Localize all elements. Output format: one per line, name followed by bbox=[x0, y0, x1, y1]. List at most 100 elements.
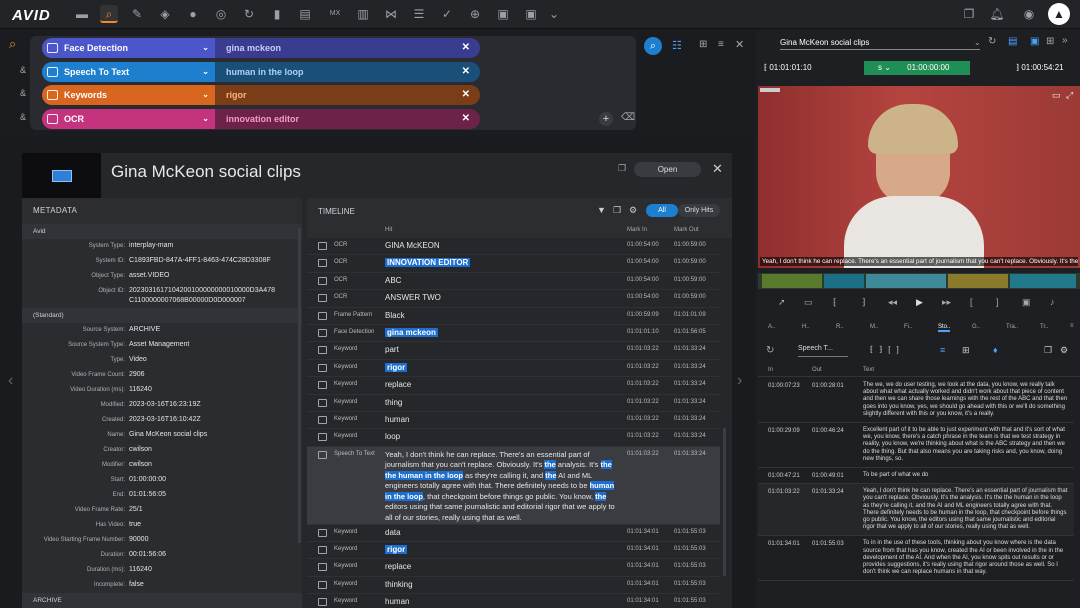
col-in[interactable]: In bbox=[768, 367, 773, 373]
windows-icon[interactable]: ❐ bbox=[960, 5, 978, 23]
timeline-row[interactable]: OCR ANSWER TWO 01:00:54:00 01:00:59:00 bbox=[307, 290, 720, 308]
criterion-value-input[interactable]: innovation editor ✕ bbox=[215, 108, 480, 129]
metadata-scrollbar[interactable] bbox=[298, 228, 301, 543]
timeline-row[interactable]: Keyword human 01:01:03:22 01:01:33:24 bbox=[307, 412, 720, 430]
timeline-row[interactable]: OCR ABC 01:00:54:00 01:00:59:00 bbox=[307, 273, 720, 291]
monitor-icon[interactable]: ▣ bbox=[1030, 36, 1039, 47]
mark-in-icon[interactable]: ⁅ bbox=[833, 297, 837, 308]
filter-icon[interactable]: ▼ bbox=[597, 205, 606, 215]
timeline-row-speech[interactable]: Speech To Text Yeah, I don't think he can… bbox=[307, 446, 720, 525]
timeline-row[interactable]: OCR GINA McKEON 01:00:54:00 01:00:59:00 bbox=[307, 238, 720, 256]
box2-icon[interactable]: ▣ bbox=[522, 5, 540, 23]
sliders-icon[interactable]: ☰ bbox=[410, 5, 428, 23]
remove-criterion-icon[interactable]: ✕ bbox=[462, 109, 470, 129]
timeline-row[interactable]: Keyword loop 01:01:03:22 01:01:33:24 bbox=[307, 429, 720, 447]
share-icon[interactable]: ⋈ bbox=[382, 5, 400, 23]
timeline-row[interactable]: Keyword data 01:01:34:01 01:01:55:03 bbox=[307, 525, 720, 543]
mic-icon[interactable]: ♦ bbox=[993, 345, 998, 355]
copy-icon[interactable]: ❐ bbox=[613, 205, 621, 216]
pip-icon[interactable]: ▭ bbox=[1052, 90, 1061, 101]
folder-icon[interactable]: ▬ bbox=[73, 5, 91, 23]
add-criteria-button[interactable]: + bbox=[599, 112, 613, 126]
search-submit-button[interactable]: ⌕ bbox=[644, 37, 662, 55]
copy-icon[interactable]: ❐ bbox=[618, 163, 626, 174]
check-icon[interactable]: ✓ bbox=[438, 5, 456, 23]
criterion-value-input[interactable]: human in the loop ✕ bbox=[215, 61, 480, 82]
chevron-down-icon[interactable]: ⌄ bbox=[202, 62, 209, 82]
timeline-row[interactable]: OCR INNOVATION EDITOR 01:00:54:00 01:00:59:… bbox=[307, 255, 720, 273]
col-hit[interactable]: Hit bbox=[385, 227, 392, 233]
asset-thumbnail[interactable] bbox=[22, 153, 101, 198]
settings-icon[interactable]: ⚙ bbox=[629, 205, 637, 216]
player-tab[interactable]: Fi.. bbox=[904, 324, 912, 330]
layout-icon[interactable]: ▤ bbox=[1008, 36, 1017, 47]
chevron-down-icon[interactable]: ⌄ bbox=[202, 85, 209, 105]
col-mark-in[interactable]: Mark In bbox=[627, 227, 647, 233]
transcript-row[interactable]: 01:00:07:23 01:00:28:01 The we, we do user… bbox=[758, 378, 1074, 424]
timeline-scrollbar[interactable] bbox=[723, 428, 726, 576]
timeline-row[interactable]: Keyword rigor 01:01:03:22 01:01:33:24 bbox=[307, 360, 720, 378]
player-tab[interactable]: Sto.. bbox=[938, 324, 951, 332]
video-frame[interactable]: ▭ ⤢ bbox=[758, 86, 1080, 268]
criterion-field-select[interactable]: Speech To Text ⌄ bbox=[42, 61, 215, 82]
timecode-display[interactable]: s ⌄ 01:00:00:00 bbox=[864, 61, 970, 75]
chevron-down-icon[interactable]: ⌄ bbox=[202, 109, 209, 129]
chevron-down-icon[interactable]: ⌄ bbox=[545, 5, 563, 23]
clip-icon[interactable]: ▭ bbox=[804, 297, 813, 308]
player-tab[interactable]: A.. bbox=[768, 324, 775, 330]
player-tab[interactable]: Tr.. bbox=[1040, 324, 1048, 330]
timeline-row[interactable]: Keyword replace 01:01:34:01 01:01:55:03 bbox=[307, 559, 720, 577]
refresh-icon[interactable]: ↻ bbox=[240, 5, 258, 23]
fullscreen-icon[interactable]: ⤢ bbox=[1066, 90, 1073, 101]
grid-icon[interactable]: ⊞ bbox=[962, 345, 970, 356]
list-view-icon[interactable]: ☷ bbox=[672, 39, 682, 52]
timeline-row[interactable]: Keyword thing 01:01:03:22 01:01:33:24 bbox=[307, 395, 720, 412]
loop-icon[interactable]: ➚ bbox=[778, 297, 786, 308]
play-icon[interactable]: ▶ bbox=[916, 297, 923, 308]
transcript-row[interactable]: 01:00:29:09 01:00:46:24 Excellent part of … bbox=[758, 423, 1074, 469]
transcript-row[interactable]: 01:01:03:22 01:01:33:24 Yeah, I don't thin… bbox=[758, 484, 1074, 537]
timecode-mode[interactable]: s bbox=[878, 63, 882, 72]
search-icon[interactable]: ⌕ bbox=[100, 5, 118, 23]
transcript-row[interactable]: 01:00:47:21 01:00:49:01 To be part of what… bbox=[758, 468, 1074, 485]
close-search-icon[interactable]: ✕ bbox=[735, 38, 744, 51]
metadata-group-header[interactable]: ARCHIVE bbox=[22, 593, 302, 608]
timeline-row[interactable]: Keyword human 01:01:34:01 01:01:55:03 bbox=[307, 594, 720, 608]
edit-icon[interactable]: ✎ bbox=[128, 5, 146, 23]
refresh-icon[interactable]: ↻ bbox=[988, 36, 996, 47]
col-mark-out[interactable]: Mark Out bbox=[674, 227, 699, 233]
col-text[interactable]: Text bbox=[863, 367, 874, 373]
timeline-row[interactable]: Keyword thinking 01:01:34:01 01:01:55:03 bbox=[307, 577, 720, 595]
metadata-group-header[interactable]: Avid bbox=[22, 224, 302, 239]
bookmark-icon[interactable]: ▮ bbox=[268, 5, 286, 23]
step-back-icon[interactable]: ◂◂ bbox=[888, 297, 897, 308]
bell-icon[interactable]: 🔔︎ bbox=[988, 5, 1006, 23]
box-icon[interactable]: ▣ bbox=[494, 5, 512, 23]
timeline-row[interactable]: Keyword part 01:01:03:22 01:01:33:24 bbox=[307, 342, 720, 360]
player-tab[interactable]: M.. bbox=[870, 324, 878, 330]
track-select[interactable]: Speech T... bbox=[798, 345, 848, 357]
criterion-field-select[interactable]: OCR ⌄ bbox=[42, 108, 215, 129]
open-button[interactable]: Open bbox=[634, 162, 701, 177]
mark-tools[interactable]: ⁅⁆[] bbox=[870, 345, 905, 354]
clip-timeline-strip[interactable] bbox=[758, 273, 1080, 289]
transcript-row[interactable]: 01:01:34:01 01:01:55:03 To in in the use o… bbox=[758, 536, 1074, 582]
go-in-icon[interactable]: [ bbox=[970, 297, 973, 307]
player-tab[interactable]: Tra.. bbox=[1006, 324, 1018, 330]
remove-criterion-icon[interactable]: ✕ bbox=[462, 85, 470, 105]
mam-icon[interactable]: MX bbox=[326, 5, 344, 23]
list-icon[interactable]: ▤ bbox=[296, 5, 314, 23]
grid-view-icon[interactable]: ⊞ bbox=[699, 39, 707, 50]
subclip-icon[interactable]: ▣ bbox=[1022, 297, 1031, 308]
remove-criterion-icon[interactable]: ✕ bbox=[462, 38, 470, 58]
timeline-row[interactable]: Keyword rigor 01:01:34:01 01:01:55:03 bbox=[307, 542, 720, 560]
player-asset-title[interactable]: Gina McKeon social clips bbox=[780, 38, 980, 50]
filter-all-button[interactable]: All bbox=[646, 204, 678, 217]
player-tab[interactable]: H.. bbox=[802, 324, 810, 330]
target-icon[interactable]: ◎ bbox=[212, 5, 230, 23]
next-arrow-icon[interactable]: › bbox=[737, 372, 742, 390]
remove-criterion-icon[interactable]: ✕ bbox=[462, 62, 470, 82]
criterion-value-input[interactable]: rigor ✕ bbox=[215, 85, 480, 105]
audio-icon[interactable]: ♪ bbox=[1050, 297, 1055, 307]
mark-out-icon[interactable]: ⁆ bbox=[862, 297, 866, 308]
